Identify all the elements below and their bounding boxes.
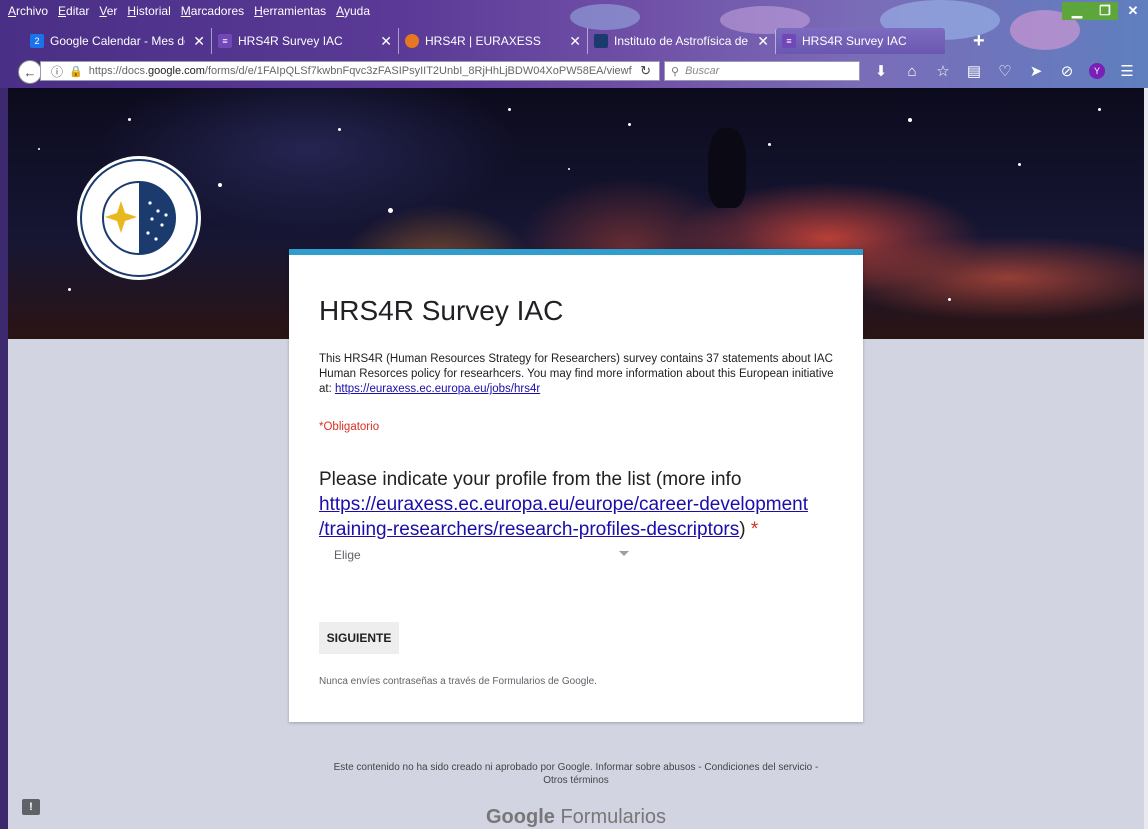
hrs4r-link[interactable]: https://euraxess.ec.europa.eu/jobs/hrs4r <box>335 383 540 395</box>
theme-decoration <box>570 4 640 30</box>
close-window-button[interactable]: ✕ <box>1118 2 1148 20</box>
new-tab-button[interactable]: + <box>973 30 985 53</box>
tab-google-calendar[interactable]: 2 Google Calendar - Mes de n ✕ <box>24 28 211 54</box>
password-warning: Nunca envíes contraseñas a través de For… <box>319 676 597 687</box>
tab-hrs4r-survey[interactable]: ≡ HRS4R Survey IAC ✕ <box>211 28 398 54</box>
star <box>948 298 951 301</box>
scrollbar[interactable] <box>1144 88 1148 829</box>
horsehead-nebula-silhouette <box>708 128 746 208</box>
star <box>388 208 393 213</box>
tab-title: Instituto de Astrofísica de Ca <box>614 34 749 48</box>
iac-icon <box>594 34 608 48</box>
tab-strip: 2 Google Calendar - Mes de n ✕ ≡ HRS4R S… <box>24 28 945 54</box>
star <box>1098 108 1101 111</box>
close-tab-icon[interactable]: ✕ <box>193 33 205 50</box>
tab-title: Google Calendar - Mes de n <box>50 34 185 48</box>
menu-marcadores[interactable]: Marcadores <box>181 4 244 18</box>
form-card: HRS4R Survey IAC This HRS4R (Human Resou… <box>289 249 863 722</box>
star <box>768 143 771 146</box>
euraxess-icon <box>405 34 419 48</box>
block-icon[interactable]: ⊘ <box>1058 62 1076 80</box>
star <box>1018 163 1021 166</box>
minimize-button[interactable]: ▁ <box>1062 2 1092 20</box>
star <box>128 118 131 121</box>
dropdown-caret-icon <box>619 551 629 556</box>
star <box>218 183 222 187</box>
url-bar[interactable]: ⓘ 🔒 https://docs.google.com/forms/d/e/1F… <box>40 61 660 81</box>
menu-bar: Archivo Editar Ver Historial Marcadores … <box>0 0 370 22</box>
reading-list-icon[interactable]: ▤ <box>965 62 983 80</box>
menu-historial[interactable]: Historial <box>127 4 170 18</box>
star <box>508 108 511 111</box>
lock-icon: 🔒 <box>69 65 83 78</box>
menu-editar[interactable]: Editar <box>58 4 89 18</box>
feedback-icon[interactable]: ! <box>22 799 40 815</box>
other-terms-link[interactable]: Otros términos <box>289 774 863 787</box>
tab-iac[interactable]: Instituto de Astrofísica de Ca ✕ <box>587 28 775 54</box>
tab-title: HRS4R Survey IAC <box>238 34 343 48</box>
search-icon: ⚲ <box>671 65 680 78</box>
search-placeholder: Buscar <box>685 65 720 77</box>
disclaimer-text[interactable]: Este contenido no ha sido creado ni apro… <box>289 761 863 774</box>
home-icon[interactable]: ⌂ <box>903 63 921 80</box>
reload-icon[interactable]: ↻ <box>640 63 651 79</box>
window-controls: ▁ ❐ ✕ <box>1062 2 1148 20</box>
menu-ayuda[interactable]: Ayuda <box>336 4 370 18</box>
send-icon[interactable]: ➤ <box>1027 62 1045 80</box>
maximize-button[interactable]: ❐ <box>1092 2 1118 20</box>
search-input[interactable]: ⚲ Buscar <box>664 61 860 81</box>
star <box>908 118 912 122</box>
iac-logo <box>77 156 201 280</box>
required-note: *Obligatorio <box>319 421 380 433</box>
tab-title: HRS4R Survey IAC <box>802 34 907 48</box>
tab-euraxess[interactable]: HRS4R | EURAXESS ✕ <box>398 28 587 54</box>
tab-hrs4r-survey-active[interactable]: ≡ HRS4R Survey IAC <box>775 28 945 54</box>
google-forms-logo[interactable]: Google Formularios <box>289 806 863 829</box>
form-description: This HRS4R (Human Resources Strategy for… <box>319 353 834 395</box>
profile-info-link[interactable]: https://euraxess.ec.europa.eu/europe/car… <box>319 494 808 540</box>
close-tab-icon[interactable]: ✕ <box>569 33 581 50</box>
form-title: HRS4R Survey IAC <box>319 295 564 326</box>
star <box>38 148 40 150</box>
profile-avatar[interactable]: Y <box>1089 63 1105 79</box>
question-profile: Please indicate your profile from the li… <box>319 469 809 540</box>
page-footer: Este contenido no ha sido creado ni apro… <box>289 761 863 787</box>
form-page: HRS4R Survey IAC This HRS4R (Human Resou… <box>8 88 1144 829</box>
menu-icon[interactable]: ☰ <box>1118 62 1136 80</box>
next-button[interactable]: SIGUIENTE <box>319 622 399 654</box>
star <box>628 123 631 126</box>
star <box>568 168 570 170</box>
forms-icon: ≡ <box>782 34 796 48</box>
download-icon[interactable]: ⬇ <box>872 62 890 80</box>
info-icon[interactable]: ⓘ <box>51 63 63 80</box>
forms-icon: ≡ <box>218 34 232 48</box>
menu-ver[interactable]: Ver <box>99 4 117 18</box>
star <box>68 288 71 291</box>
url-text: https://docs.google.com/forms/d/e/1FAIpQ… <box>88 65 632 77</box>
browser-chrome: Archivo Editar Ver Historial Marcadores … <box>0 0 1148 88</box>
toolbar: ⬇ ⌂ ☆ ▤ ♡ ➤ ⊘ Y ☰ <box>872 62 1136 81</box>
tab-title: HRS4R | EURAXESS <box>425 34 541 48</box>
pocket-icon[interactable]: ♡ <box>996 62 1014 80</box>
required-asterisk: * <box>750 519 759 540</box>
bookmark-star-icon[interactable]: ☆ <box>934 62 952 80</box>
star <box>338 128 341 131</box>
close-tab-icon[interactable]: ✕ <box>757 33 769 50</box>
navigation-bar: ← ⓘ 🔒 https://docs.google.com/forms/d/e/… <box>0 57 1148 85</box>
back-button[interactable]: ← <box>18 60 42 84</box>
menu-herramientas[interactable]: Herramientas <box>254 4 326 18</box>
menu-archivo[interactable]: Archivo <box>8 4 48 18</box>
close-tab-icon[interactable]: ✕ <box>380 33 392 50</box>
calendar-icon: 2 <box>30 34 44 48</box>
dropdown-selected-value: Elige <box>334 548 361 562</box>
profile-dropdown[interactable]: Elige <box>319 542 629 568</box>
